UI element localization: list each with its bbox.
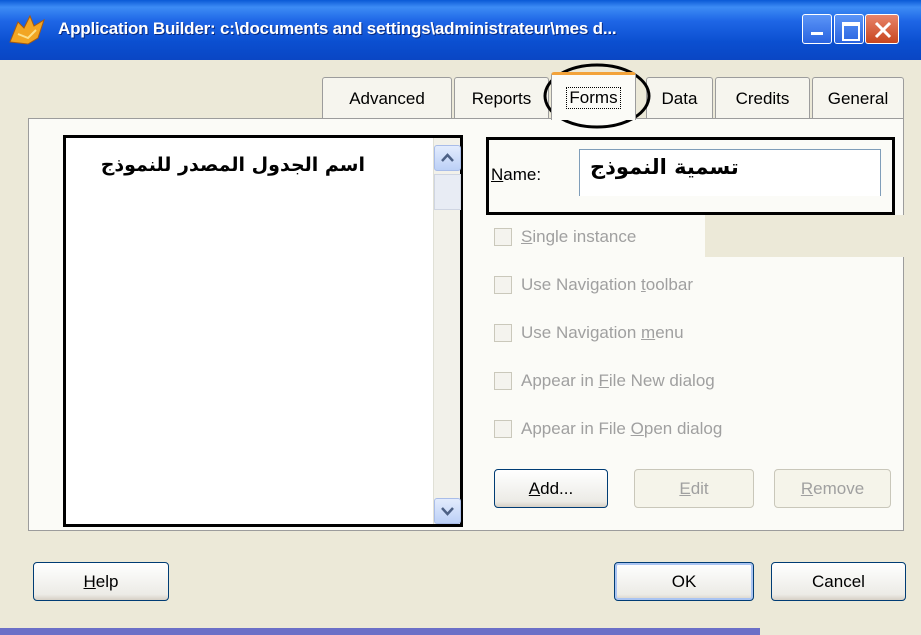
tab-label: Forms xyxy=(566,86,621,109)
button-label: OK xyxy=(671,571,697,591)
scroll-down-button[interactable] xyxy=(434,498,461,524)
button-label: Add... xyxy=(528,478,574,498)
chevron-up-icon xyxy=(441,153,454,162)
scroll-thumb[interactable] xyxy=(434,174,461,210)
tab-credits[interactable]: Credits xyxy=(715,77,810,120)
title-bar[interactable]: Application Builder: c:\documents and se… xyxy=(0,0,921,60)
button-label: Remove xyxy=(800,478,865,498)
edit-button[interactable]: Edit xyxy=(634,469,754,508)
remove-button[interactable]: Remove xyxy=(774,469,891,508)
single-instance-checkbox[interactable]: Single instance xyxy=(494,227,636,247)
chevron-down-icon xyxy=(441,507,454,516)
tab-label: Advanced xyxy=(349,89,425,108)
window-title: Application Builder: c:\documents and se… xyxy=(58,19,617,38)
appear-in-file-new-checkbox[interactable]: Appear in File New dialog xyxy=(494,371,715,391)
list-item[interactable]: اسم الجدول المصدر للنموذج xyxy=(101,154,365,176)
name-field-group: Name: تسمية النموذج xyxy=(486,137,895,215)
checkbox-box[interactable] xyxy=(494,372,512,390)
checkbox-label: Single instance xyxy=(521,227,637,246)
label-cover xyxy=(705,215,921,257)
button-label: Cancel xyxy=(812,571,865,591)
checkbox-box[interactable] xyxy=(494,420,512,438)
fox-app-icon xyxy=(9,14,45,45)
button-label: Edit xyxy=(679,478,709,498)
scroll-up-button[interactable] xyxy=(434,145,461,171)
tab-label: Data xyxy=(661,89,698,108)
close-icon[interactable] xyxy=(865,14,899,44)
name-input[interactable]: تسمية النموذج xyxy=(579,149,881,196)
use-navigation-toolbar-checkbox[interactable]: Use Navigation toolbar xyxy=(494,275,693,295)
add-button[interactable]: Add... xyxy=(494,469,608,508)
checkbox-box[interactable] xyxy=(494,276,512,294)
name-label: Name: xyxy=(491,165,542,184)
name-value: تسمية النموذج xyxy=(590,155,739,179)
checkbox-label: Use Navigation menu xyxy=(521,323,684,342)
tab-label: Credits xyxy=(735,89,790,108)
help-button[interactable]: Help xyxy=(33,562,169,601)
tab-reports[interactable]: Reports xyxy=(454,77,549,120)
tab-forms[interactable]: Forms xyxy=(551,72,636,120)
maximize-icon[interactable] xyxy=(834,14,864,44)
checkbox-box[interactable] xyxy=(494,324,512,342)
checkbox-label: Appear in File Open dialog xyxy=(521,419,723,438)
name-label-rest: ame: xyxy=(503,165,542,184)
tab-label: Reports xyxy=(471,89,532,108)
cancel-button[interactable]: Cancel xyxy=(771,562,906,601)
checkbox-label: Appear in File New dialog xyxy=(521,371,715,390)
tab-general[interactable]: General xyxy=(812,77,904,120)
forms-listbox[interactable]: اسم الجدول المصدر للنموذج xyxy=(63,135,463,527)
ok-button[interactable]: OK xyxy=(614,562,754,601)
tab-advanced[interactable]: Advanced xyxy=(322,77,452,120)
minimize-icon[interactable] xyxy=(802,14,832,44)
use-navigation-menu-checkbox[interactable]: Use Navigation menu xyxy=(494,323,684,343)
tab-label: General xyxy=(827,89,889,108)
checkbox-label: Use Navigation toolbar xyxy=(521,275,694,294)
appear-in-file-open-checkbox[interactable]: Appear in File Open dialog xyxy=(494,419,722,439)
vertical-scrollbar[interactable] xyxy=(433,138,461,524)
checkbox-box[interactable] xyxy=(494,228,512,246)
dialog-window: Application Builder: c:\documents and se… xyxy=(0,0,921,635)
button-label: Help xyxy=(83,571,119,591)
bottom-strip xyxy=(0,628,760,635)
